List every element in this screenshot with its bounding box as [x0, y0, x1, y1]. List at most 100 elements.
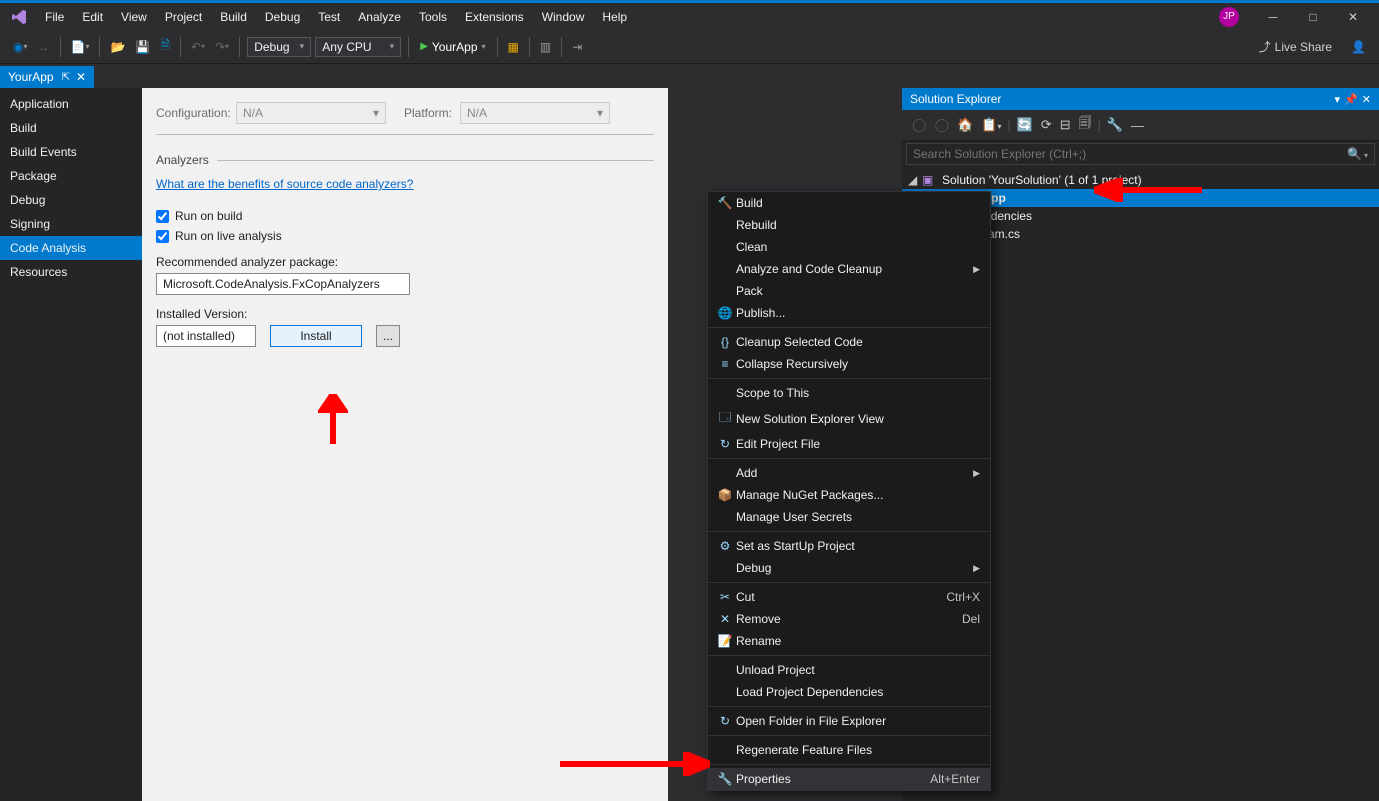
rec-pkg-label: Recommended analyzer package:: [156, 255, 654, 269]
redo-button[interactable]: ↷▾: [211, 38, 233, 56]
rec-pkg-textbox[interactable]: Microsoft.CodeAnalysis.FxCopAnalyzers: [156, 273, 410, 295]
undo-button[interactable]: ↶▾: [187, 38, 209, 56]
solution-search-input[interactable]: [913, 147, 1343, 161]
collapse-icon[interactable]: ⊟: [1060, 117, 1071, 133]
close-window-button[interactable]: ✕: [1333, 3, 1373, 31]
ctx-add[interactable]: Add▶: [708, 462, 990, 484]
ctx-unload-project[interactable]: Unload Project: [708, 659, 990, 681]
menu-help[interactable]: Help: [593, 6, 636, 28]
preview-icon[interactable]: —: [1131, 118, 1144, 133]
back-icon[interactable]: ◯: [912, 117, 927, 133]
new-item-button[interactable]: 📄▾: [67, 38, 94, 56]
home-icon[interactable]: 🏠: [957, 117, 973, 133]
properties-icon[interactable]: 🔧: [1107, 117, 1123, 133]
menu-window[interactable]: Window: [533, 6, 594, 28]
pin-icon[interactable]: 📌: [1344, 93, 1358, 106]
pin-icon[interactable]: ⇱: [62, 72, 70, 83]
menu-extensions[interactable]: Extensions: [456, 6, 533, 28]
forward-icon[interactable]: ◯: [935, 117, 950, 133]
menu-build[interactable]: Build: [211, 6, 256, 28]
menu-test[interactable]: Test: [309, 6, 349, 28]
save-button[interactable]: 💾: [131, 38, 154, 56]
ctx-load-project-dependencies[interactable]: Load Project Dependencies: [708, 681, 990, 703]
dropdown-icon[interactable]: ▾: [1335, 93, 1341, 106]
ctx-set-as-startup-project[interactable]: ⚙Set as StartUp Project: [708, 535, 990, 557]
start-button[interactable]: ▶YourApp▾: [414, 38, 491, 56]
document-tab[interactable]: YourApp ⇱ ✕: [0, 66, 94, 88]
config-combo[interactable]: N/A▾: [236, 102, 386, 124]
solution-search[interactable]: 🔍▾: [906, 143, 1375, 165]
document-tab-well: YourApp ⇱ ✕: [0, 64, 1379, 88]
ctx-new-solution-explorer-view[interactable]: 🗔New Solution Explorer View: [708, 404, 990, 433]
ctx-rename[interactable]: 📝Rename: [708, 630, 990, 652]
ctx-regenerate-feature-files[interactable]: Regenerate Feature Files: [708, 739, 990, 761]
ctx-icon: ✕: [714, 612, 736, 626]
sync-icon[interactable]: 🔄: [1017, 117, 1033, 133]
show-all-icon[interactable]: 🗐: [1079, 114, 1092, 136]
tool-icon-1[interactable]: ▦: [504, 38, 523, 56]
nav-application[interactable]: Application: [0, 92, 142, 116]
annotation-arrow-icon: [560, 752, 710, 776]
nav-signing[interactable]: Signing: [0, 212, 142, 236]
menu-project[interactable]: Project: [156, 6, 211, 28]
ctx-publish-[interactable]: 🌐Publish...: [708, 302, 990, 324]
browse-button[interactable]: ...: [376, 325, 400, 347]
run-on-live-checkbox[interactable]: [156, 230, 169, 243]
menu-file[interactable]: File: [36, 6, 73, 28]
analyzer-benefits-link[interactable]: What are the benefits of source code ana…: [156, 177, 413, 191]
annotation-arrow-icon: [318, 394, 348, 444]
liveshare-button[interactable]: ⤴Live Share: [1255, 36, 1336, 57]
open-button[interactable]: 📂: [106, 38, 129, 56]
install-button[interactable]: Install: [270, 325, 362, 347]
menu-view[interactable]: View: [112, 6, 156, 28]
menu-tools[interactable]: Tools: [410, 6, 456, 28]
back-button[interactable]: ◉▾: [9, 38, 32, 56]
config-dropdown[interactable]: Debug▾: [247, 37, 311, 57]
refresh-icon[interactable]: ⟳: [1041, 117, 1052, 133]
ctx-cleanup-selected-code[interactable]: {}Cleanup Selected Code: [708, 331, 990, 353]
nav-resources[interactable]: Resources: [0, 260, 142, 284]
user-avatar[interactable]: JP: [1219, 7, 1239, 27]
ctx-manage-nuget-packages-[interactable]: 📦Manage NuGet Packages...: [708, 484, 990, 506]
ctx-pack[interactable]: Pack: [708, 280, 990, 302]
chk-label: Run on live analysis: [175, 229, 282, 243]
step-button[interactable]: ⇥: [568, 38, 586, 56]
close-icon[interactable]: ✕: [1362, 93, 1371, 106]
menu-edit[interactable]: Edit: [73, 6, 112, 28]
menu-debug[interactable]: Debug: [256, 6, 309, 28]
ctx-analyze-and-code-cleanup[interactable]: Analyze and Code Cleanup▶: [708, 258, 990, 280]
ctx-properties[interactable]: 🔧PropertiesAlt+Enter: [708, 768, 990, 790]
tab-close-icon[interactable]: ✕: [76, 70, 86, 84]
ctx-edit-project-file[interactable]: ↻Edit Project File: [708, 433, 990, 455]
run-on-build-checkbox[interactable]: [156, 210, 169, 223]
ctx-scope-to-this[interactable]: Scope to This: [708, 382, 990, 404]
ctx-debug[interactable]: Debug▶: [708, 557, 990, 579]
platform-combo[interactable]: N/A▾: [460, 102, 610, 124]
maximize-button[interactable]: □: [1293, 3, 1333, 31]
ctx-manage-user-secrets[interactable]: Manage User Secrets: [708, 506, 990, 528]
nav-build-events[interactable]: Build Events: [0, 140, 142, 164]
nav-package[interactable]: Package: [0, 164, 142, 188]
nav-build[interactable]: Build: [0, 116, 142, 140]
minimize-button[interactable]: ─: [1253, 3, 1293, 31]
ctx-rebuild[interactable]: Rebuild: [708, 214, 990, 236]
ctx-open-folder-in-file-explorer[interactable]: ↻Open Folder in File Explorer: [708, 710, 990, 732]
nav-debug[interactable]: Debug: [0, 188, 142, 212]
ctx-collapse-recursively[interactable]: ≡Collapse Recursively: [708, 353, 990, 375]
platform-dropdown[interactable]: Any CPU▾: [315, 37, 401, 57]
document-tab-label: YourApp: [8, 70, 54, 84]
ctx-cut[interactable]: ✂CutCtrl+X: [708, 586, 990, 608]
nav-code-analysis[interactable]: Code Analysis: [0, 236, 142, 260]
menu-analyze[interactable]: Analyze: [349, 6, 410, 28]
solution-icon: ▣: [922, 173, 938, 187]
installed-version-textbox[interactable]: (not installed): [156, 325, 256, 347]
switch-view-icon[interactable]: 📋▾: [981, 117, 1001, 133]
save-all-button[interactable]: 🗎: [156, 34, 174, 59]
tool-icon-2[interactable]: ▥: [536, 38, 555, 56]
chk-label: Run on build: [175, 209, 242, 223]
ctx-clean[interactable]: Clean: [708, 236, 990, 258]
ctx-build[interactable]: 🔨Build: [708, 192, 990, 214]
ctx-remove[interactable]: ✕RemoveDel: [708, 608, 990, 630]
feedback-button[interactable]: 👤: [1347, 38, 1370, 56]
forward-button[interactable]: →: [34, 38, 54, 56]
